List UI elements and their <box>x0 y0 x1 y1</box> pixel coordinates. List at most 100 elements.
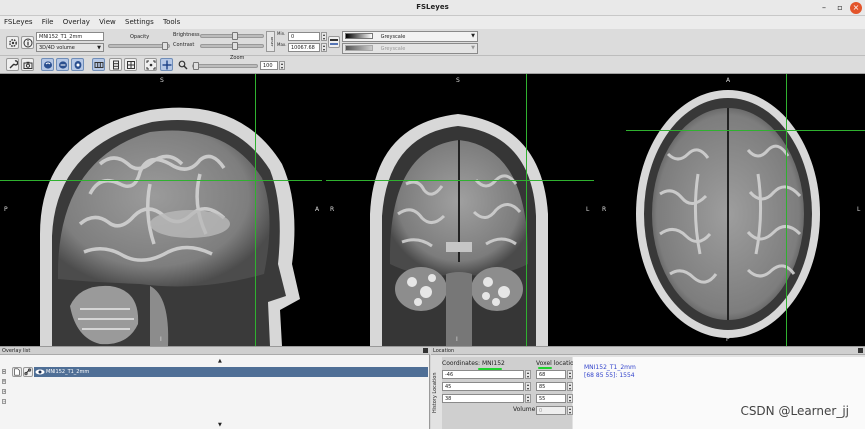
axial-left-label: R <box>602 206 607 213</box>
world-z-field[interactable]: 38 <box>442 394 524 403</box>
coronal-view[interactable]: S I R L <box>326 74 594 346</box>
axial-bottom-label: P <box>726 336 730 343</box>
overlay-display-toolbar: MNI152_T1_2mm 3D/4D volume ▼ Opacity Bri… <box>0 29 865 56</box>
location-title: Location <box>433 348 455 354</box>
coronal-crosshair-vertical <box>526 74 527 346</box>
remove-overlay-button[interactable]: − <box>2 399 6 404</box>
move-down-button[interactable]: ▾ <box>2 379 6 384</box>
sagittal-view[interactable]: S I P A <box>0 74 322 346</box>
ortho-canvas-area: S I P A S I R L A P R L <box>0 74 865 346</box>
coronal-top-label: S <box>456 77 460 84</box>
gear-icon[interactable] <box>6 36 19 49</box>
horizontal-layout-icon[interactable] <box>92 58 105 71</box>
axial-top-label: A <box>726 77 731 84</box>
chevron-down-icon: ▼ <box>471 33 475 39</box>
overlay-list-item-name: MNI152_T1_2mm <box>46 369 90 375</box>
scroll-down-icon[interactable]: ▼ <box>218 422 222 428</box>
overlay-type-value: 3D/4D volume <box>39 45 75 51</box>
min-label: Min. <box>277 31 286 36</box>
add-overlay-button[interactable]: + <box>2 389 6 394</box>
world-y-spinner[interactable]: ▴ ▾ <box>525 382 531 391</box>
overlay-name-field[interactable]: MNI152_T1_2mm <box>36 32 104 41</box>
menu-file[interactable]: File <box>38 16 57 26</box>
panel-close-icon[interactable] <box>858 348 863 353</box>
overlay-list-title: Overlay list <box>2 348 31 354</box>
grid-layout-icon[interactable] <box>124 58 137 71</box>
sagittal-bottom-label: I <box>160 336 162 343</box>
axial-right-label: L <box>857 206 861 213</box>
wrench-icon[interactable] <box>6 58 19 71</box>
zoom-label: Zoom <box>230 55 245 61</box>
colormap-dropdown[interactable]: Greyscale ▼ <box>342 31 478 42</box>
location-side-tabs[interactable]: History Location <box>432 357 441 429</box>
voxel-location-label: Voxel location <box>536 360 578 367</box>
axial-view[interactable]: A P R L <box>598 74 865 346</box>
sagittal-brain-image <box>40 107 300 346</box>
file-icon[interactable] <box>12 367 22 377</box>
brightness-slider-handle[interactable] <box>232 32 238 40</box>
menu-tools[interactable]: Tools <box>159 16 183 26</box>
sagittal-left-label: P <box>4 206 8 213</box>
menu-settings[interactable]: Settings <box>121 16 157 26</box>
info-overlay-name: MNI152_T1_2mm <box>584 364 636 371</box>
ortho-toolbar: Zoom 100 ▴ ▾ <box>0 55 865 74</box>
voxel-x-field[interactable]: 68 <box>536 370 566 379</box>
scroll-up-icon[interactable]: ▲ <box>218 358 222 364</box>
min-spinner[interactable]: ▴ ▾ <box>321 32 327 41</box>
coronal-right-label: L <box>586 206 590 213</box>
sagittal-view-icon[interactable] <box>41 58 54 71</box>
menu-bar: FSLeyes File Overlay View Settings Tools <box>0 16 865 29</box>
brightness-slider[interactable] <box>200 32 264 40</box>
minimize-icon[interactable]: – <box>818 2 830 14</box>
chevron-down-icon: ▼ <box>97 45 101 51</box>
opacity-slider[interactable] <box>108 42 170 50</box>
zoom-value-field[interactable]: 100 <box>260 61 278 70</box>
info-icon[interactable] <box>21 36 34 49</box>
chevron-down-icon: ▼ <box>471 45 475 51</box>
menu-fsleyes[interactable]: FSLeyes <box>0 16 36 26</box>
eye-icon[interactable] <box>35 369 45 375</box>
colormap-link-icon[interactable] <box>328 36 340 48</box>
sagittal-crosshair-vertical <box>255 74 256 346</box>
maximize-icon[interactable]: ▫ <box>834 2 846 14</box>
vertical-layout-icon[interactable] <box>109 58 122 71</box>
zoom-spinner[interactable]: ▴ ▾ <box>279 61 285 70</box>
voxel-y-field[interactable]: 85 <box>536 382 566 391</box>
axial-view-icon[interactable] <box>71 58 84 71</box>
world-x-spinner[interactable]: ▴ ▾ <box>525 370 531 379</box>
world-z-spinner[interactable]: ▴ ▾ <box>525 394 531 403</box>
min-value-field[interactable]: 0 <box>288 32 320 41</box>
overlay-list-item[interactable]: MNI152_T1_2mm <box>34 367 428 377</box>
contrast-slider-handle[interactable] <box>232 42 238 50</box>
max-value-field[interactable]: 10067.68 <box>288 43 320 52</box>
coordinates-box: Coordinates: MNI152 Voxel location -46 ▴… <box>442 357 578 429</box>
neg-colormap-value: Greyscale <box>380 45 406 52</box>
link-icon[interactable] <box>23 367 33 377</box>
close-icon[interactable]: × <box>850 2 862 14</box>
bottom-panels: Overlay list ▲ ▼ ▴ ▾ + − MNI152_T1_2mm L… <box>0 346 865 429</box>
contrast-slider[interactable] <box>200 42 264 50</box>
panel-close-icon[interactable] <box>423 348 428 353</box>
zoom-slider-handle[interactable] <box>193 62 199 70</box>
overlay-list-header: Overlay list <box>0 347 430 355</box>
move-up-button[interactable]: ▴ <box>2 369 6 374</box>
center-cursor-icon[interactable] <box>144 58 157 71</box>
crosshair-toggle-icon[interactable] <box>160 58 173 71</box>
opacity-slider-handle[interactable] <box>162 42 168 50</box>
colormap-swatch <box>345 33 373 39</box>
world-y-field[interactable]: 45 <box>442 382 524 391</box>
voxel-z-field[interactable]: 55 <box>536 394 566 403</box>
camera-icon[interactable] <box>21 58 34 71</box>
volume-field[interactable]: 0 <box>536 406 566 415</box>
menu-overlay[interactable]: Overlay <box>59 16 93 26</box>
coronal-view-icon[interactable] <box>56 58 69 71</box>
menu-view[interactable]: View <box>95 16 119 26</box>
neg-colormap-dropdown[interactable]: Greyscale ▼ <box>342 43 478 54</box>
zoom-slider[interactable] <box>192 62 258 70</box>
coronal-crosshair-horizontal <box>326 180 594 181</box>
world-x-field[interactable]: -46 <box>442 370 524 379</box>
reset-button[interactable]: RESET <box>266 31 275 52</box>
axial-crosshair-vertical <box>786 74 787 346</box>
max-spinner[interactable]: ▴ ▾ <box>321 43 327 52</box>
overlay-type-dropdown[interactable]: 3D/4D volume ▼ <box>36 43 104 52</box>
